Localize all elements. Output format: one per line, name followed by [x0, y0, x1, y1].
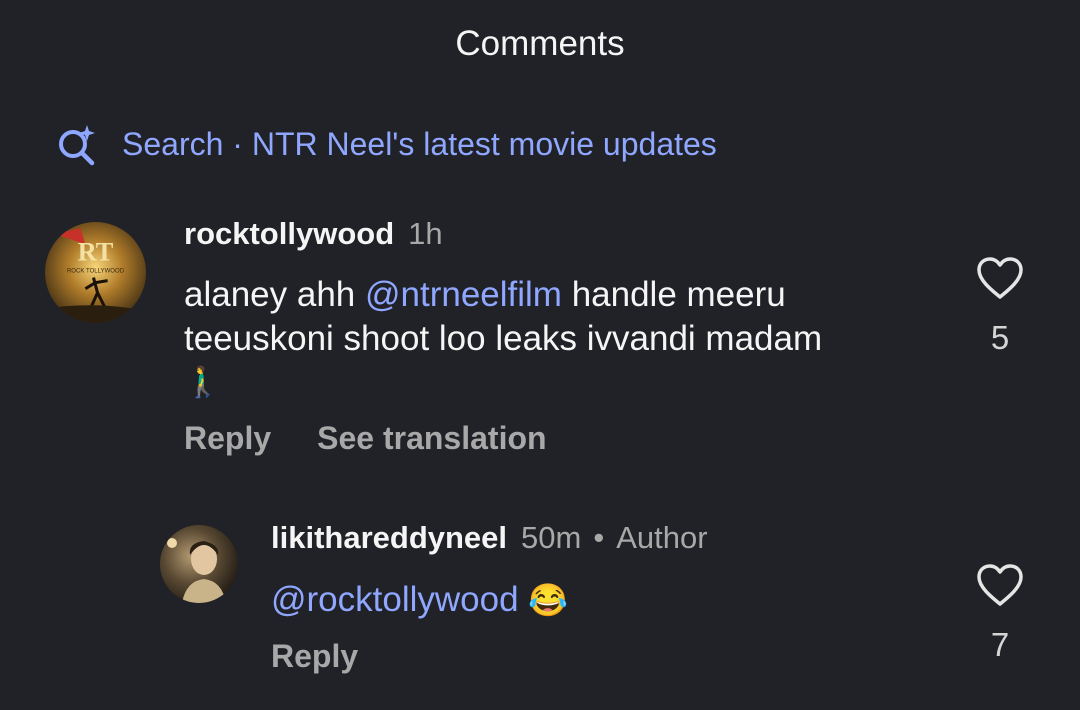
reply-username[interactable]: likithareddyneel — [271, 520, 507, 556]
like-count: 5 — [990, 319, 1010, 356]
comment-text-start: alaney ahh — [184, 275, 365, 314]
comments-sheet: Comments Search · NTR Neel's latest movi… — [0, 0, 1080, 710]
avatar-logo-text: RT — [78, 237, 114, 266]
comment-body: alaney ahh @ntrneelfilm handle meeru tee… — [184, 273, 944, 405]
reply-actions: Reply — [271, 638, 404, 675]
comment-header: rocktollywood 1h — [184, 216, 443, 252]
avatar-rocktollywood[interactable]: RT ROCK TOLLYWOOD — [45, 222, 146, 323]
see-translation-button[interactable]: See translation — [317, 420, 546, 457]
reply-body: @rocktollywood 😂 — [271, 578, 568, 622]
search-text: Search · NTR Neel's latest movie updates — [122, 126, 717, 163]
comment-actions: Reply See translation — [184, 420, 593, 457]
heart-icon[interactable] — [975, 563, 1025, 607]
search-prefix: Search — [122, 125, 224, 162]
avatar-likithareddyneel[interactable] — [160, 525, 238, 603]
mention-link[interactable]: @rocktollywood — [271, 580, 519, 619]
reply-button[interactable]: Reply — [184, 420, 271, 457]
comment-username[interactable]: rocktollywood — [184, 216, 394, 252]
search-separator: · — [223, 125, 252, 162]
comment-text-line2: teeuskoni shoot loo leaks ivvandi madam — [184, 319, 823, 358]
reply-time: 50m — [521, 520, 582, 555]
reply-header: likithareddyneel 50m • Author — [271, 520, 708, 556]
author-badge: Author — [616, 520, 708, 555]
search-suggestion[interactable]: Search · NTR Neel's latest movie updates — [54, 120, 717, 168]
heart-icon[interactable] — [975, 256, 1025, 300]
like-area: 7 — [975, 563, 1025, 664]
search-suggestion-text: NTR Neel's latest movie updates — [251, 125, 717, 162]
walking-emoji: 🚶‍♂️ — [184, 366, 222, 399]
comment-text-after-mention: handle meeru — [561, 275, 786, 314]
mention-link[interactable]: @ntrneelfilm — [365, 275, 562, 314]
avatar-logo-subtext: ROCK TOLLYWOOD — [67, 269, 125, 275]
page-title: Comments — [455, 24, 625, 63]
search-sparkle-icon — [59, 125, 95, 166]
separator-dot: • — [593, 520, 605, 555]
like-count: 7 — [990, 626, 1010, 663]
laughing-emoji: 😂 — [528, 582, 569, 618]
comment-time: 1h — [408, 216, 443, 251]
like-area: 5 — [975, 256, 1025, 357]
reply-button[interactable]: Reply — [271, 638, 358, 675]
